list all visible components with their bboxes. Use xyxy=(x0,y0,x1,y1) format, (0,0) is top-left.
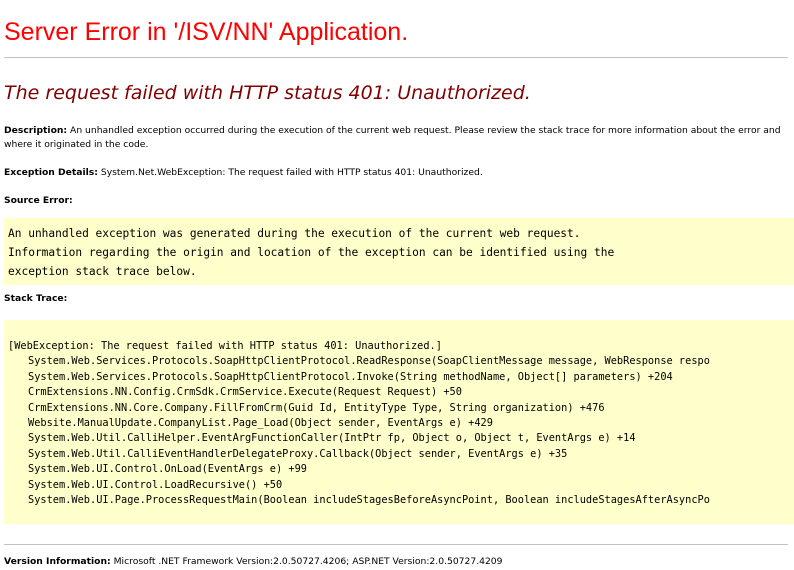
stack-trace-frame: System.Web.Util.CalliEventHandlerDelegat… xyxy=(28,447,568,460)
stack-trace-frame: CrmExtensions.NN.Core.Company.FillFromCr… xyxy=(28,401,605,414)
source-error-line: An unhandled exception was generated dur… xyxy=(8,227,581,240)
footer-divider xyxy=(4,544,788,545)
error-page: Server Error in '/ISV/NN' Application. T… xyxy=(0,0,794,570)
exception-details-text: System.Net.WebException: The request fai… xyxy=(97,167,483,178)
description-text: An unhandled exception occurred during t… xyxy=(4,125,781,150)
stack-trace-frame: System.Web.Util.CalliHelper.EventArgFunc… xyxy=(28,432,636,445)
version-information-section: Version Information: Microsoft .NET Fram… xyxy=(4,555,790,569)
exception-details-label: Exception Details: xyxy=(4,167,98,178)
stack-trace-box: [WebException: The request failed with H… xyxy=(4,320,794,524)
source-error-box: An unhandled exception was generated dur… xyxy=(4,218,794,285)
stack-trace-header: [WebException: The request failed with H… xyxy=(8,340,442,352)
source-error-line: Information regarding the origin and loc… xyxy=(8,246,615,259)
source-error-section: Source Error: xyxy=(4,194,790,208)
description-label: Description: xyxy=(4,125,68,136)
stack-trace-section: Stack Trace: xyxy=(4,292,790,306)
exception-details-section: Exception Details: System.Net.WebExcepti… xyxy=(4,166,790,180)
description-section: Description: An unhandled exception occu… xyxy=(4,124,790,152)
page-title: Server Error in '/ISV/NN' Application. xyxy=(4,18,409,46)
stack-trace-frame: System.Web.UI.Control.OnLoad(EventArgs e… xyxy=(28,463,307,476)
header-divider xyxy=(4,57,788,58)
stack-trace-label: Stack Trace: xyxy=(4,293,68,304)
version-information-label: Version Information: xyxy=(4,556,111,567)
source-error-line: exception stack trace below. xyxy=(8,265,197,278)
error-subtitle: The request failed with HTTP status 401:… xyxy=(4,82,531,104)
source-error-label: Source Error: xyxy=(4,195,73,206)
version-information-text: Microsoft .NET Framework Version:2.0.507… xyxy=(110,556,503,567)
stack-trace-frame: System.Web.Services.Protocols.SoapHttpCl… xyxy=(28,370,673,383)
stack-trace-frame: Website.ManualUpdate.CompanyList.Page_Lo… xyxy=(28,417,493,430)
stack-trace-frame: System.Web.UI.Page.ProcessRequestMain(Bo… xyxy=(28,494,710,507)
stack-trace-frame: CrmExtensions.NN.Config.CrmSdk.CrmServic… xyxy=(28,386,462,399)
stack-trace-frame: System.Web.UI.Control.LoadRecursive() +5… xyxy=(28,478,283,491)
stack-trace-frame: System.Web.Services.Protocols.SoapHttpCl… xyxy=(28,355,710,368)
